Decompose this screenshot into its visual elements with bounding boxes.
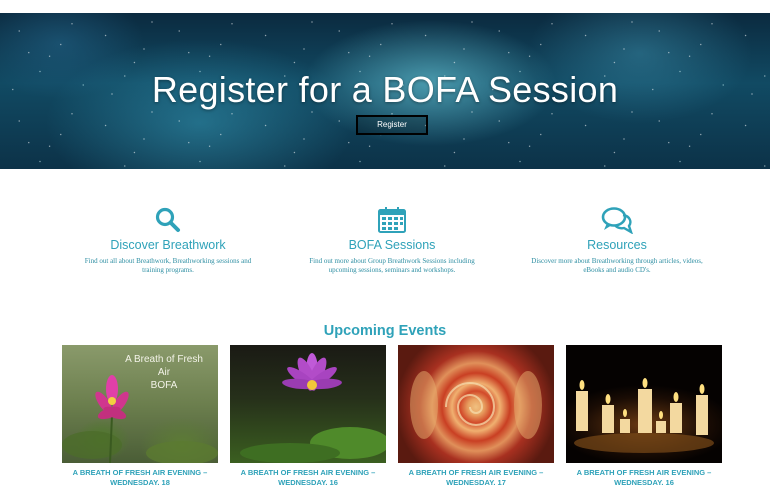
event-image-candles[interactable]: [566, 345, 722, 463]
register-button[interactable]: Register: [356, 115, 428, 135]
event-image-water-lily[interactable]: [230, 345, 386, 463]
event-title[interactable]: A BREATH OF FRESH AIR EVENING – WEDNESDA…: [398, 468, 554, 485]
event-card[interactable]: A Breath of Fresh Air BOFA A BREATH OF F…: [62, 345, 218, 485]
hero-title: Register for a BOFA Session: [151, 69, 619, 110]
feature-resources[interactable]: Resources Discover more about Breathwork…: [517, 205, 717, 275]
feature-description: Find out more about Group Breathwork Ses…: [309, 257, 475, 274]
feature-discover-breathwork[interactable]: Discover Breathwork Find out all about B…: [68, 205, 268, 275]
event-card[interactable]: A BREATH OF FRESH AIR EVENING – WEDNESDA…: [398, 345, 554, 485]
calendar-icon: [292, 205, 492, 235]
feature-title[interactable]: Discover Breathwork: [68, 238, 268, 252]
hero-banner: Register for a BOFA Session Register: [0, 13, 770, 169]
event-title[interactable]: A BREATH OF FRESH AIR EVENING – WEDNESDA…: [230, 468, 386, 485]
feature-description: Find out all about Breathwork, Breathwor…: [84, 257, 252, 274]
chat-bubbles-icon: [517, 205, 717, 235]
feature-title[interactable]: Resources: [517, 238, 717, 252]
event-image-lotus[interactable]: A Breath of Fresh Air BOFA: [62, 345, 218, 463]
search-icon: [68, 205, 268, 235]
feature-description: Discover more about Breathworking throug…: [531, 257, 703, 274]
feature-bofa-sessions[interactable]: BOFA Sessions Find out more about Group …: [292, 205, 492, 275]
event-title[interactable]: A BREATH OF FRESH AIR EVENING – WEDNESDA…: [62, 468, 218, 485]
event-title[interactable]: A BREATH OF FRESH AIR EVENING – WEDNESDA…: [566, 468, 722, 485]
event-card[interactable]: A BREATH OF FRESH AIR EVENING – WEDNESDA…: [230, 345, 386, 485]
event-card[interactable]: A BREATH OF FRESH AIR EVENING – WEDNESDA…: [566, 345, 722, 485]
event-image-spiral-hands[interactable]: [398, 345, 554, 463]
features-section: Discover Breathwork Find out all about B…: [0, 205, 770, 295]
upcoming-events-heading: Upcoming Events: [323, 323, 447, 339]
feature-title[interactable]: BOFA Sessions: [292, 238, 492, 252]
